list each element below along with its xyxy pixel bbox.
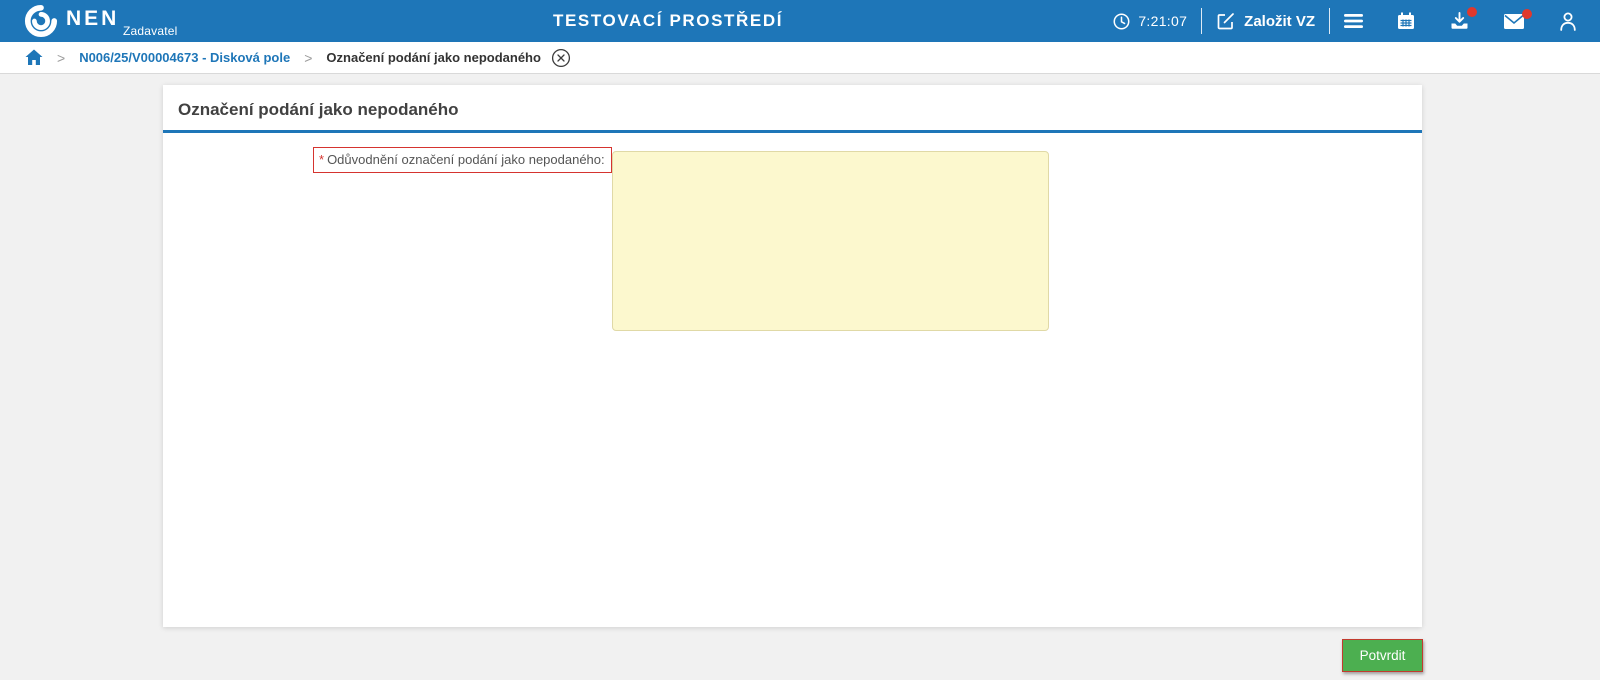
confirm-button[interactable]: Potvrdit xyxy=(1342,639,1423,672)
reason-textarea[interactable] xyxy=(612,151,1049,331)
breadcrumb: > N006/25/V00004673 - Disková pole > Ozn… xyxy=(0,42,1600,74)
header-controls: 7:21:07 Založit VZ xyxy=(1112,0,1578,42)
mail-icon[interactable] xyxy=(1503,8,1532,30)
notification-badge xyxy=(1467,7,1477,17)
breadcrumb-separator: > xyxy=(304,49,313,66)
app-header: NEN Zadavatel TESTOVACÍ PROSTŘEDÍ 7:21:0… xyxy=(0,0,1600,42)
home-icon[interactable] xyxy=(25,49,43,66)
reason-label-text: Odůvodnění označení podání jako nepodané… xyxy=(327,152,605,167)
breadcrumb-current: Označení podání jako nepodaného xyxy=(326,50,541,65)
header-divider xyxy=(1201,8,1203,34)
close-circle-icon[interactable] xyxy=(551,48,571,68)
create-vz-label: Založit VZ xyxy=(1244,12,1315,30)
create-vz-button[interactable]: Založit VZ xyxy=(1216,11,1315,31)
panel-header: Označení podání jako nepodaného xyxy=(163,85,1422,133)
header-divider xyxy=(1329,8,1330,34)
brand-name: NEN xyxy=(66,7,120,30)
breadcrumb-separator: > xyxy=(57,49,66,66)
reason-field-label: * Odůvodnění označení podání jako nepodan… xyxy=(313,147,612,173)
form-panel: Označení podání jako nepodaného * Odůvodn… xyxy=(163,85,1422,627)
breadcrumb-link-procurement[interactable]: N006/25/V00004673 - Disková pole xyxy=(79,50,290,65)
calendar-icon[interactable] xyxy=(1396,11,1416,31)
nen-logo-icon xyxy=(24,4,58,38)
edit-square-icon xyxy=(1216,11,1236,31)
session-timer: 7:21:07 xyxy=(1112,0,1187,42)
download-tray-icon[interactable] xyxy=(1449,7,1477,31)
menu-icon[interactable] xyxy=(1344,13,1363,29)
panel-title: Označení podání jako nepodaného xyxy=(178,100,459,119)
clock-icon xyxy=(1112,12,1131,31)
required-asterisk: * xyxy=(319,152,325,167)
brand-role: Zadavatel xyxy=(123,24,178,38)
session-time: 7:21:07 xyxy=(1138,13,1188,29)
environment-title: TESTOVACÍ PROSTŘEDÍ xyxy=(553,11,784,30)
user-icon[interactable] xyxy=(1558,11,1578,32)
notification-badge xyxy=(1522,8,1532,19)
